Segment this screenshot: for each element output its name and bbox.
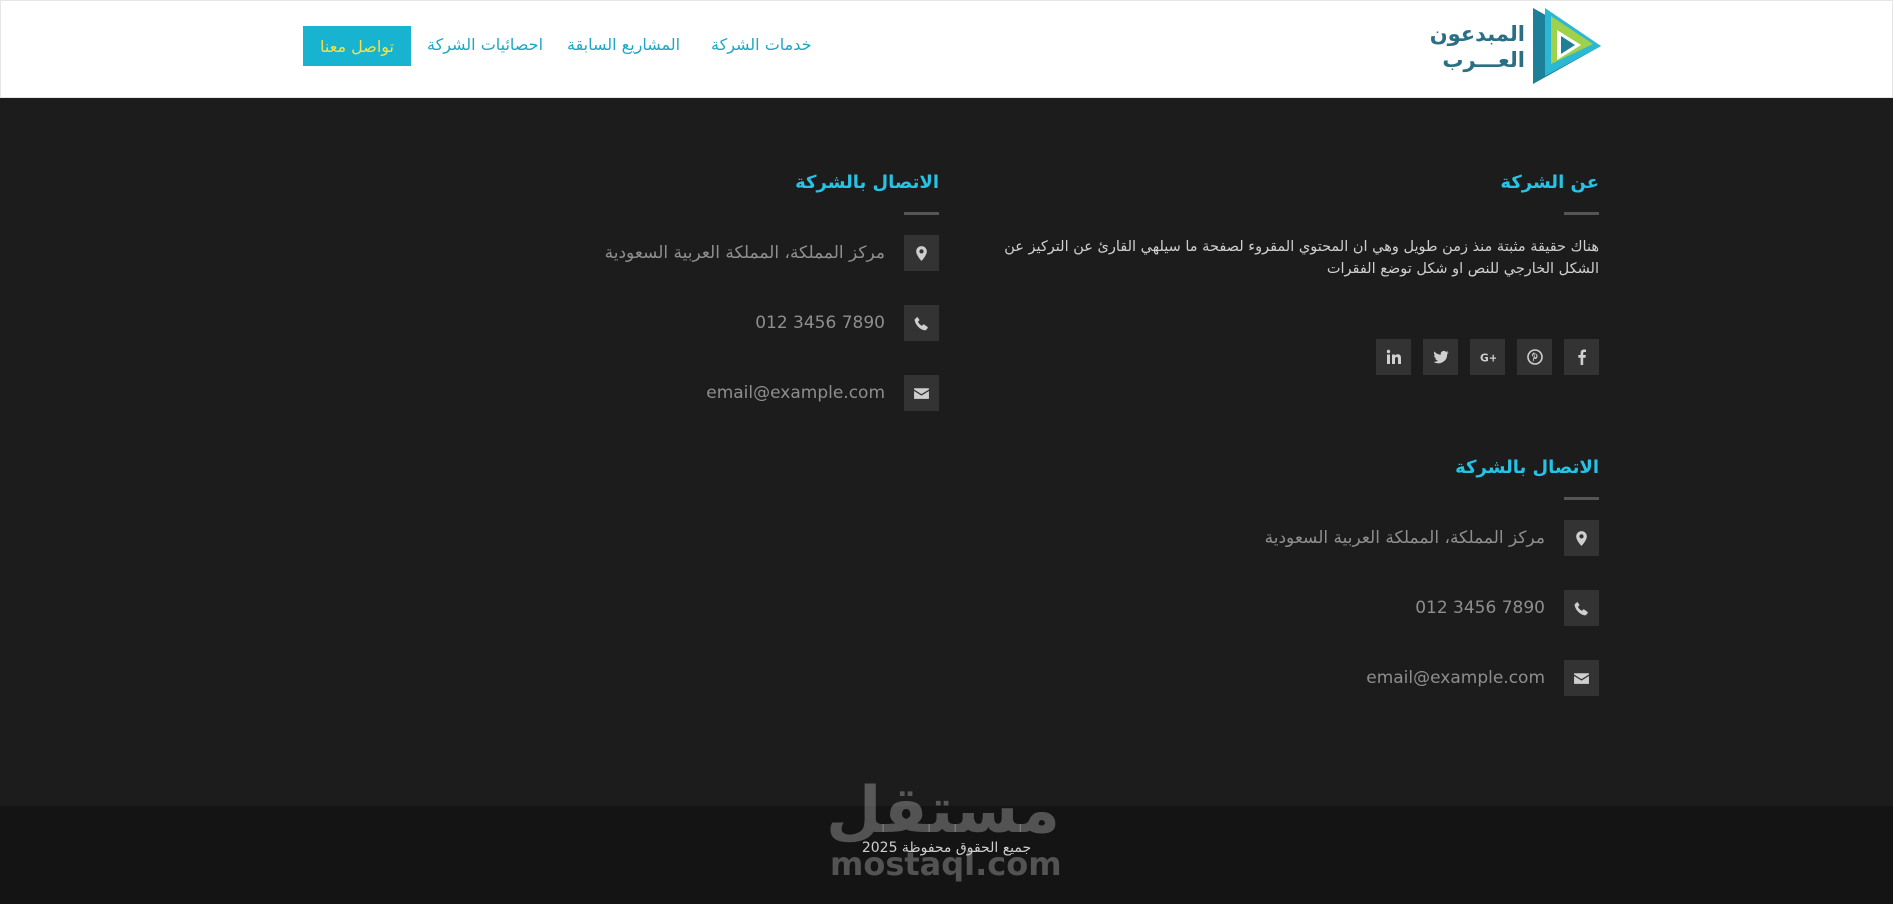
nav-projects[interactable]: المشاريع السابقة: [567, 35, 680, 54]
logo-text-line1: المبدعون: [1429, 22, 1525, 46]
contact-top-address-icon-box: [904, 235, 939, 271]
contact-us-button[interactable]: تواصل معنا: [303, 26, 411, 66]
phone-icon: [914, 315, 928, 330]
facebook-button[interactable]: [1564, 339, 1599, 375]
contact-top-email: email@example.com: [706, 383, 885, 403]
contact-bottom-email: email@example.com: [1366, 668, 1545, 688]
contact-top-divider: [904, 212, 939, 215]
twitter-icon: [1433, 350, 1448, 364]
contact-bottom-address-icon-box: [1564, 520, 1599, 556]
about-text: هناك حقيقة مثبتة منذ زمن طويل وهي ان الم…: [1004, 239, 1599, 277]
watermark-latin: mostaql.com: [830, 845, 1062, 883]
about-title-divider: [1564, 212, 1599, 215]
contact-bottom-phone-icon-box: [1564, 590, 1599, 626]
play-triangle-logo-icon: [1533, 8, 1601, 84]
linkedin-button[interactable]: [1376, 339, 1411, 375]
facebook-icon: [1577, 349, 1586, 365]
google-plus-button[interactable]: G+: [1470, 339, 1505, 375]
contact-bottom-address: مركز المملكة، المملكة العربية السعودية: [1264, 528, 1545, 548]
contact-top-address: مركز المملكة، المملكة العربية السعودية: [604, 243, 885, 263]
contact-bottom-title: الاتصال بالشركة: [1455, 457, 1599, 478]
contact-top-email-icon-box: [904, 375, 939, 411]
nav-stats[interactable]: احصائيات الشركة: [427, 35, 543, 54]
linkedin-icon: [1386, 349, 1401, 364]
logo-text-line2: العـــرب: [1442, 48, 1525, 72]
contact-top-phone-icon-box: [904, 305, 939, 341]
svg-text:G+: G+: [1480, 351, 1496, 364]
site-header: المبدعون العـــرب خدمات الشركة المشاريع …: [0, 0, 1893, 98]
envelope-icon: [1574, 672, 1589, 684]
map-marker-icon: [916, 245, 927, 261]
brand-logo[interactable]: المبدعون العـــرب: [1429, 6, 1603, 86]
pinterest-icon: [1526, 349, 1543, 365]
pinterest-button[interactable]: [1517, 339, 1552, 375]
contact-top-phone: 012 3456 7890: [755, 313, 885, 333]
nav-services[interactable]: خدمات الشركة: [711, 35, 812, 54]
phone-icon: [1574, 600, 1588, 615]
google-plus-icon: G+: [1480, 351, 1496, 364]
contact-bottom-divider: [1564, 497, 1599, 500]
contact-top-title: الاتصال بالشركة: [795, 172, 939, 193]
about-title: عن الشركة: [1500, 172, 1599, 193]
map-marker-icon: [1576, 530, 1587, 546]
watermark-arabic: مستقل: [825, 774, 1060, 848]
contact-bottom-email-icon-box: [1564, 660, 1599, 696]
twitter-button[interactable]: [1423, 339, 1458, 375]
contact-bottom-phone: 012 3456 7890: [1415, 598, 1545, 618]
envelope-icon: [914, 387, 929, 399]
